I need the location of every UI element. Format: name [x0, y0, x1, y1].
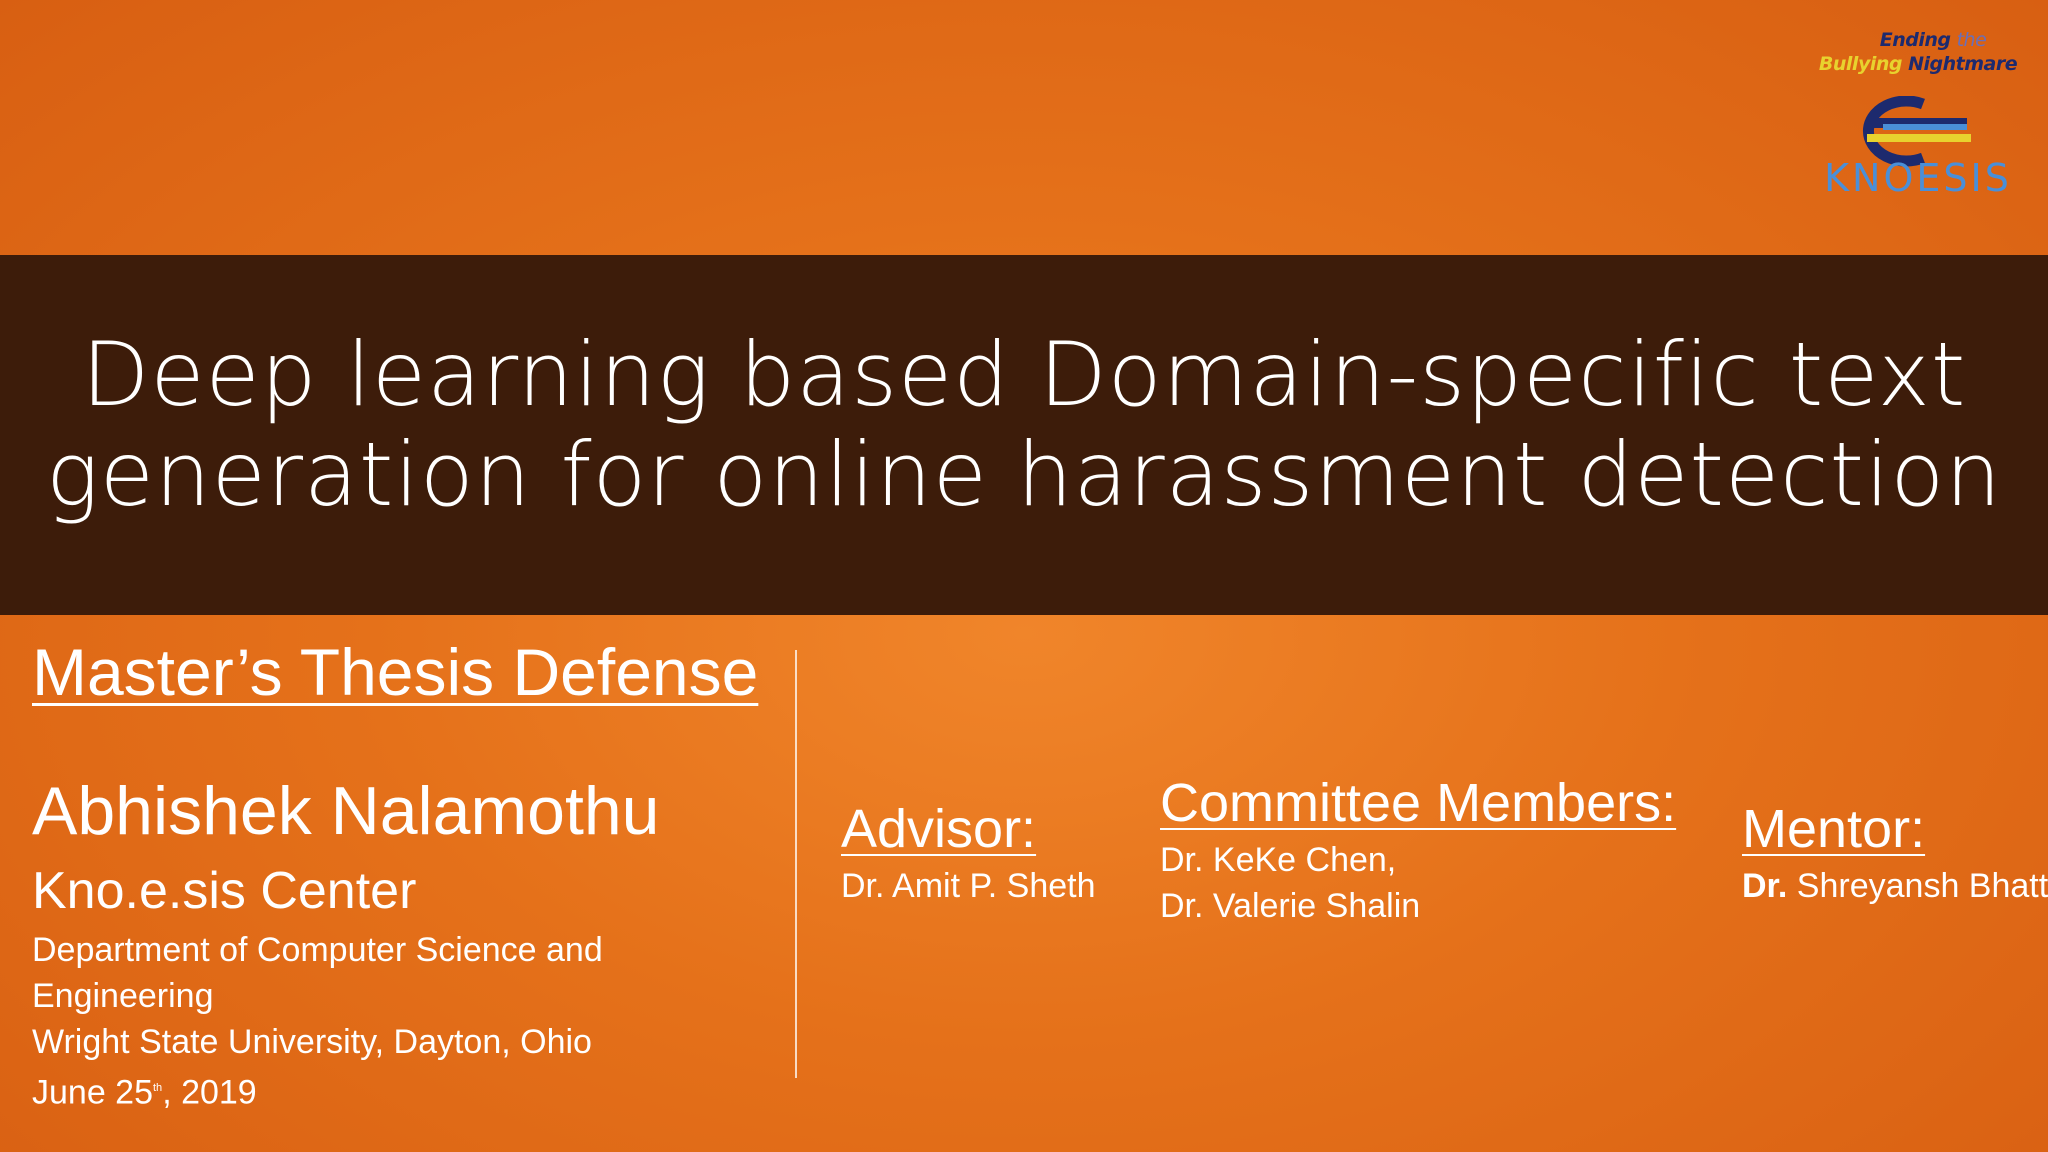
- committee-member: Dr. KeKe Chen,: [1160, 841, 1397, 879]
- date: June 25th, 2019: [32, 1065, 603, 1115]
- committee-members: Dr. KeKe Chen, Dr. Valerie Shalin: [1160, 837, 1420, 929]
- mentor-name-prefix: Dr.: [1742, 867, 1788, 905]
- logo-tagline-word: the: [1956, 29, 1987, 51]
- slide: Ending the Bullying Nightmare KNOESIS De…: [0, 0, 2048, 1152]
- presenter-name: Abhishek Nalamothu: [32, 773, 660, 849]
- department-line: Engineering: [32, 977, 214, 1015]
- logo-tagline-word: Bullying: [1818, 53, 1903, 75]
- department-line: Department of Computer Science and: [32, 931, 603, 969]
- committee-heading: Committee Members:: [1160, 773, 1677, 833]
- column-divider: [795, 650, 797, 1078]
- mentor-name: Dr. Shreyansh Bhatt: [1742, 863, 2048, 909]
- logo-tagline-word: Ending: [1879, 29, 1951, 51]
- logo-tagline-word: Nightmare: [1908, 53, 2018, 75]
- advisor-name: Dr. Amit P. Sheth: [841, 867, 1096, 905]
- knoesis-logo: Ending the Bullying Nightmare KNOESIS: [1808, 28, 2028, 203]
- logo-tagline: Ending the Bullying Nightmare: [1808, 28, 2028, 76]
- presenter-info: Department of Computer Science and Engin…: [32, 927, 603, 1115]
- slide-title-line: Deep learning based Domain-specific text: [81, 323, 1967, 426]
- date-suffix: th: [153, 1082, 163, 1094]
- date-year: , 2019: [162, 1073, 257, 1112]
- presenter-center: Kno.e.sis Center: [32, 862, 417, 920]
- advisor-heading: Advisor:: [841, 799, 1037, 859]
- mentor-name-text: Shreyansh Bhatt: [1787, 867, 2048, 905]
- slide-title: Deep learning based Domain-specific text…: [0, 325, 2048, 525]
- date-prefix: June 25: [32, 1073, 153, 1112]
- mentor-heading: Mentor:: [1742, 799, 1926, 859]
- committee-member: Dr. Valerie Shalin: [1160, 887, 1421, 925]
- university: Wright State University, Dayton, Ohio: [32, 1023, 592, 1061]
- slide-title-line: generation for online harassment detecti…: [45, 423, 2003, 526]
- logo-name: KNOESIS: [1824, 156, 2012, 200]
- subtitle: Master’s Thesis Defense: [32, 635, 759, 709]
